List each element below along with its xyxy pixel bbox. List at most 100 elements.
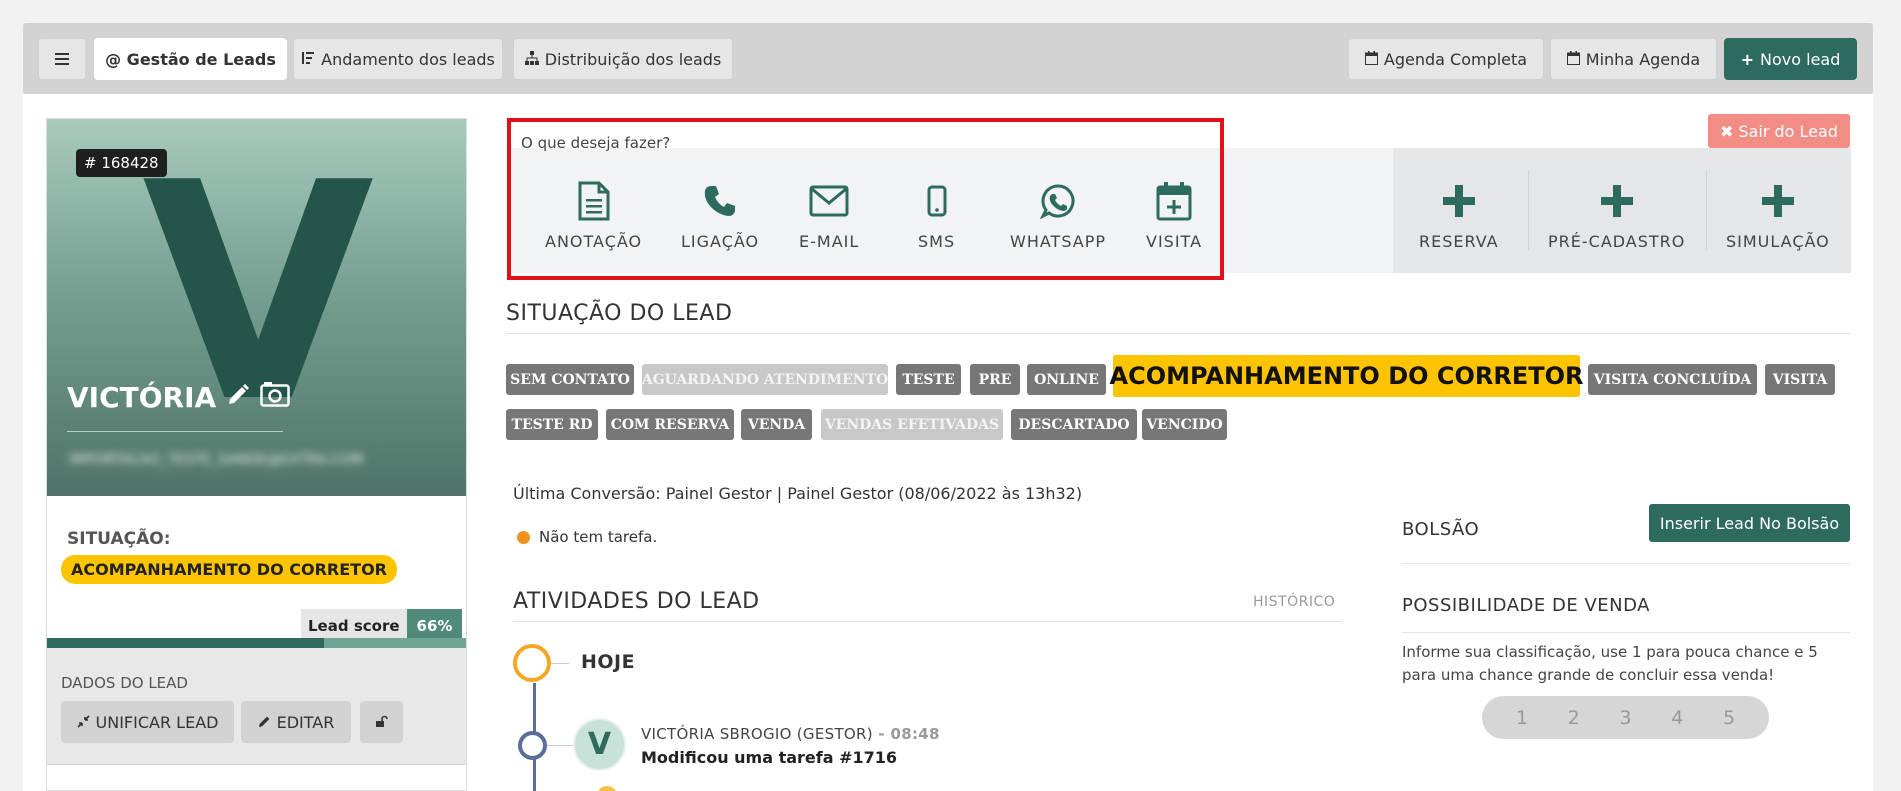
action-pre-cadastro[interactable]: PRÉ-CADASTRO — [1548, 180, 1685, 251]
timeline-tick — [551, 663, 569, 664]
calendar-icon — [1566, 50, 1580, 69]
situacao-title: SITUAÇÃO DO LEAD — [506, 301, 733, 326]
timeline-tick — [547, 745, 573, 746]
editar-button[interactable]: EDITAR — [241, 701, 351, 743]
lead-hero: V # 168428 VICTÓRIA IMPORTACAO_TESTE_SAN… — [47, 119, 466, 496]
possibilidade-title: POSSIBILIDADE DE VENDA — [1402, 595, 1650, 616]
action-label: RESERVA — [1419, 232, 1499, 251]
novo-lead-label: Novo lead — [1760, 49, 1841, 69]
compress-icon — [76, 713, 90, 732]
agenda-completa-button[interactable]: Agenda Completa — [1348, 38, 1544, 80]
divider — [513, 621, 1342, 622]
timeline-entry-marker — [518, 731, 547, 760]
author-name: VICTÓRIA SBROGIO (GESTOR) — [641, 725, 873, 743]
status-tag[interactable]: AGUARDANDO ATENDIMENTO — [642, 364, 888, 395]
divider — [1706, 170, 1707, 250]
divider — [1528, 170, 1529, 250]
unlock-button[interactable] — [360, 701, 403, 743]
status-tag[interactable]: VENCIDO — [1142, 409, 1227, 440]
avatar: V — [573, 718, 626, 771]
status-tag[interactable]: TESTE RD — [506, 409, 598, 440]
status-tag[interactable]: VISITA CONCLUÍDA — [1588, 364, 1757, 395]
dados-do-lead: DADOS DO LEAD UNIFICAR LEAD EDITAR — [47, 648, 466, 765]
status-tag[interactable]: VENDA — [741, 409, 812, 440]
minha-agenda-button[interactable]: Minha Agenda — [1550, 38, 1717, 80]
status-tag[interactable]: ONLINE — [1027, 364, 1106, 395]
lead-name-text: VICTÓRIA — [67, 381, 217, 414]
tab-gestao-leads[interactable]: @ Gestão de Leads — [94, 38, 287, 80]
lead-email: IMPORTACAO_TESTE_SANDE@EXTRA.COM — [69, 452, 364, 468]
entry-sep: - — [872, 725, 891, 743]
editar-label: EDITAR — [276, 712, 335, 732]
status-dot-icon — [517, 530, 530, 544]
historico-link[interactable]: HISTÓRICO — [1253, 594, 1335, 610]
action-simulacao[interactable]: SIMULAÇÃO — [1726, 180, 1830, 251]
ultima-conversao: Última Conversão: Painel Gestor | Painel… — [513, 484, 1083, 503]
status-tag-active[interactable]: ACOMPANHAMENTO DO CORRETOR — [1110, 355, 1584, 397]
status-tag[interactable]: VISITA — [1765, 364, 1835, 395]
action-reserva[interactable]: RESERVA — [1419, 180, 1499, 251]
situacao-label: SITUAÇÃO: — [67, 529, 171, 549]
rating-option[interactable]: 1 — [1516, 707, 1528, 729]
rating-option[interactable]: 2 — [1568, 707, 1580, 729]
close-icon: ✖ — [1720, 121, 1734, 141]
sair-do-lead-button[interactable]: ✖ Sair do Lead — [1708, 114, 1850, 148]
lead-name-divider — [67, 431, 283, 432]
agenda-completa-label: Agenda Completa — [1383, 49, 1528, 69]
bolsao-title: BOLSÃO — [1402, 519, 1480, 540]
task-status-text: Não tem tarefa. — [539, 528, 658, 546]
rating-option[interactable]: 5 — [1723, 707, 1735, 729]
status-tag[interactable]: VENDAS EFETIVADAS — [821, 409, 1003, 440]
sort-icon — [301, 50, 315, 69]
timeline-entry-description: Modificou uma tarefa #1716 — [641, 748, 898, 767]
pencil-icon[interactable] — [226, 381, 250, 414]
status-tag[interactable]: PRE — [970, 364, 1020, 395]
status-tag[interactable]: TESTE — [896, 364, 961, 395]
possibilidade-description: Informe sua classificação, use 1 para po… — [1402, 643, 1818, 684]
highlight-box — [507, 118, 1224, 280]
situacao-badge: ACOMPANHAMENTO DO CORRETOR — [61, 555, 397, 584]
task-status: Não tem tarefa. — [517, 528, 657, 546]
unificar-lead-button[interactable]: UNIFICAR LEAD — [61, 701, 234, 743]
divider — [506, 333, 1850, 334]
lead-id-badge: # 168428 — [76, 149, 167, 177]
timeline-entry-author: VICTÓRIA SBROGIO (GESTOR) - 08:48 — [641, 725, 940, 743]
rating-option[interactable]: 4 — [1671, 707, 1683, 729]
tab-label: Andamento dos leads — [321, 49, 495, 69]
unlock-icon — [375, 713, 388, 732]
tab-label: Distribuição dos leads — [544, 49, 722, 69]
minha-agenda-label: Minha Agenda — [1585, 49, 1701, 69]
timeline-today-label: HOJE — [581, 651, 636, 673]
plus-icon: + — [1740, 49, 1755, 69]
timeline-today-marker — [513, 644, 551, 682]
sair-label: Sair do Lead — [1738, 121, 1838, 141]
rating-option[interactable]: 3 — [1619, 707, 1631, 729]
tab-distribuicao-leads[interactable]: Distribuição dos leads — [513, 38, 733, 80]
action-label: PRÉ-CADASTRO — [1548, 232, 1686, 251]
camera-icon[interactable] — [260, 381, 290, 414]
unificar-label: UNIFICAR LEAD — [95, 712, 219, 732]
lead-score-fill — [47, 638, 324, 648]
dados-title: DADOS DO LEAD — [61, 674, 188, 692]
status-tag[interactable]: DESCARTADO — [1011, 409, 1137, 440]
hamburger-icon — [55, 50, 69, 69]
status-tag[interactable]: SEM CONTATO — [506, 364, 634, 395]
entry-time: 08:48 — [890, 725, 940, 743]
pencil-icon — [258, 713, 271, 732]
plus-icon — [1442, 180, 1475, 222]
action-label: SIMULAÇÃO — [1726, 232, 1830, 251]
inserir-bolsao-button[interactable]: Inserir Lead No Bolsão — [1649, 504, 1850, 542]
sitemap-icon — [524, 50, 539, 69]
plus-icon — [1600, 180, 1633, 222]
tab-andamento-leads[interactable]: Andamento dos leads — [293, 38, 503, 80]
calendar-icon — [1364, 50, 1378, 69]
top-bar: @ Gestão de Leads Andamento dos leads Di… — [23, 23, 1873, 94]
status-tag[interactable]: COM RESERVA — [606, 409, 734, 440]
novo-lead-button[interactable]: + Novo lead — [1724, 38, 1857, 80]
rating-selector: 1 2 3 4 5 — [1482, 696, 1769, 739]
menu-button[interactable] — [38, 38, 86, 80]
lead-score-bar — [47, 638, 466, 648]
tab-label: @ Gestão de Leads — [105, 49, 276, 69]
divider — [1402, 563, 1850, 564]
lead-card: V # 168428 VICTÓRIA IMPORTACAO_TESTE_SAN… — [46, 118, 467, 791]
